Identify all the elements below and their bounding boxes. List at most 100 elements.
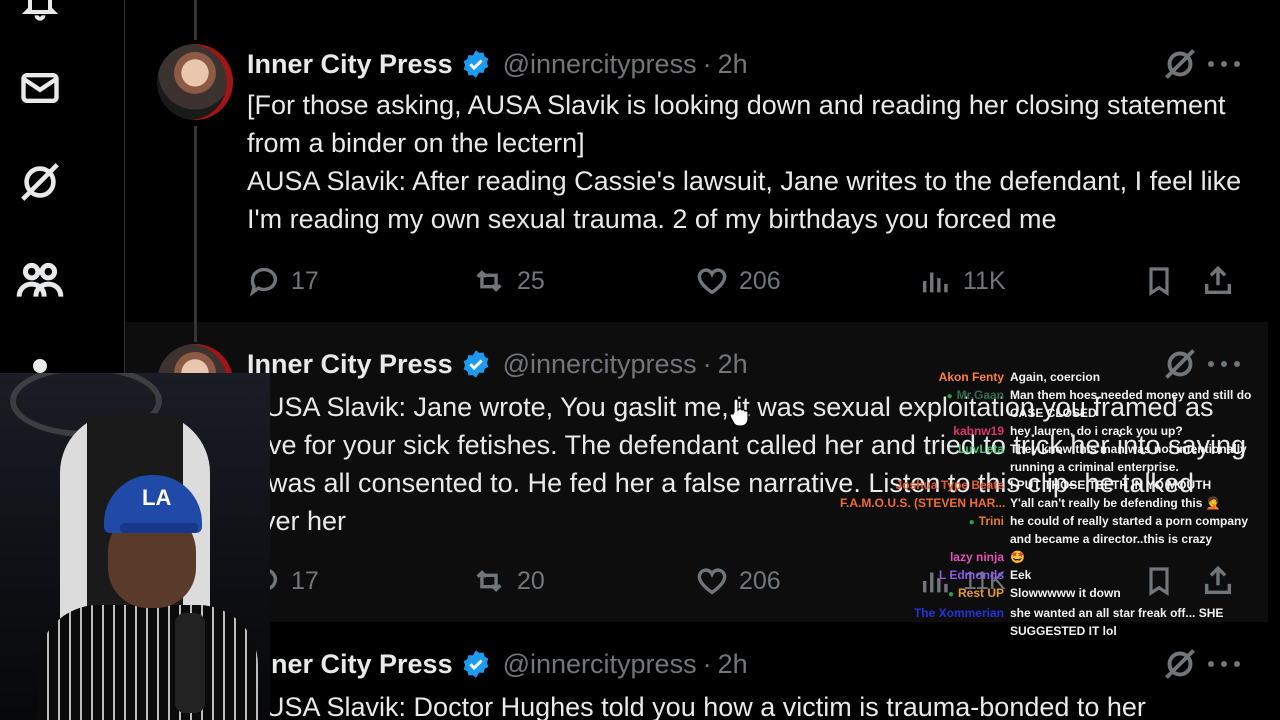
avatar[interactable] [157, 44, 233, 120]
like-count: 206 [739, 566, 781, 595]
live-chat-overlay: Akon Fenty Again, coercion ● Mr.Gaan Man the… [840, 368, 1270, 640]
chat-text: Again, coercion [1010, 370, 1101, 384]
like-button[interactable]: 206 [695, 263, 781, 299]
author-name[interactable]: Inner City Press [247, 649, 453, 680]
share-button[interactable] [1201, 263, 1245, 299]
verified-badge-icon [463, 350, 488, 378]
view-count: 11K [963, 266, 1006, 295]
reply-icon [249, 267, 278, 297]
separator-dot: · [702, 48, 712, 79]
chat-text: Eek [1010, 568, 1032, 582]
notifications-icon[interactable] [14, 0, 66, 28]
chat-username: F.A.M.O.U.S. (STEVEN HAR... [840, 494, 1010, 512]
like-count: 206 [739, 266, 781, 295]
more-options-icon[interactable] [1208, 54, 1248, 74]
tweet-paragraph: [For those asking, AUSA Slavik is lookin… [247, 90, 1226, 158]
tweet-text: [For those asking, AUSA Slavik is lookin… [247, 86, 1247, 238]
reply-button[interactable]: 17 [247, 263, 319, 299]
chat-username-text: Joshua Type Beats [895, 478, 1004, 492]
grok-icon[interactable] [1162, 46, 1198, 82]
bookmark-icon [1149, 267, 1169, 296]
tweet-paragraph: AUSA Slavik: Doctor Hughes told you how … [247, 692, 1146, 720]
chat-username: Akon Fenty [840, 368, 1010, 386]
author-handle[interactable]: @innercitypress [503, 649, 697, 680]
chat-username: kabnw19 [840, 422, 1010, 440]
author-name[interactable]: Inner City Press [247, 49, 453, 80]
chat-message: F.A.M.O.U.S. (STEVEN HAR... Y'all can't r… [840, 494, 1270, 512]
repost-button[interactable]: 25 [471, 263, 545, 299]
chat-text: Man them hoes needed money and still do … [1010, 388, 1252, 420]
moderator-badge-icon: ● [968, 517, 975, 528]
bookmark-button[interactable] [1143, 263, 1185, 299]
chat-text: she wanted an all star freak off... SHE … [1010, 606, 1224, 638]
chat-username: ● Trini [840, 512, 1010, 532]
cap-brim [120, 523, 198, 533]
author-handle[interactable]: @innercitypress [503, 49, 697, 80]
cap-logo: LA [142, 485, 172, 510]
chat-message: L Edmonds Eek [840, 566, 1270, 584]
chat-username-text: L Edmonds [938, 568, 1004, 582]
microphone [175, 613, 205, 713]
streamer-jersey [38, 605, 258, 720]
author-name[interactable]: Inner City Press [247, 349, 453, 380]
separator-dot: · [702, 648, 712, 679]
thread-line [194, 322, 197, 342]
chat-username-text: The Xommerian [913, 606, 1004, 620]
repost-button[interactable]: 20 [471, 563, 545, 599]
repost-count: 25 [517, 266, 545, 295]
grok-icon[interactable] [1162, 646, 1198, 682]
chat-username-text: LuvLeta [957, 442, 1004, 456]
heart-icon [697, 268, 727, 295]
chat-text: They know this man was not intentionally… [1010, 442, 1247, 474]
tweet-header: Inner City Press @innercitypress · 2h [247, 44, 748, 84]
chat-message: The Xommerian she wanted an all star frea… [840, 604, 1270, 640]
chat-username: ● Rest UP [840, 584, 1010, 604]
thread-line [194, 0, 197, 40]
hand-cursor-icon [729, 398, 749, 427]
reply-count: 17 [291, 266, 319, 295]
author-handle[interactable]: @innercitypress [503, 349, 697, 380]
tweet-header: Inner City Press @innercitypress · 2h [247, 644, 748, 684]
repost-icon [476, 570, 502, 592]
timestamp[interactable]: 2h [718, 649, 748, 680]
chat-message: Joshua Type Beats I PUT THOSE TEETH IN YO… [840, 476, 1270, 494]
chat-username: Joshua Type Beats [840, 476, 1010, 494]
verified-badge-icon [463, 50, 488, 78]
share-icon [1204, 265, 1232, 295]
tweet-paragraph: AUSA Slavik: After reading Cassie's laws… [247, 166, 1242, 234]
chat-text: he could of really started a porn compan… [1010, 514, 1249, 546]
chat-text: hey lauren, do i crack you up? [1010, 424, 1183, 438]
chat-username: L Edmonds [840, 566, 1010, 584]
timestamp[interactable]: 2h [718, 349, 748, 380]
tweet[interactable]: Inner City Press @innercitypress · 2h [F… [125, 0, 1268, 322]
chat-message: ● Mr.Gaan Man them hoes needed money and s… [840, 386, 1270, 422]
chat-text: Y'all can't really be defending this 🤦 [1010, 496, 1221, 510]
chat-username: LuvLeta [840, 440, 1010, 458]
chat-message: LuvLeta They know this man was not intent… [840, 440, 1270, 476]
thread-line [194, 126, 197, 322]
reply-count: 17 [291, 566, 319, 595]
like-button[interactable]: 206 [695, 563, 781, 599]
chat-text: I PUT THOSE TEETH IN YO MOUTH [1010, 478, 1212, 492]
chat-message: Akon Fenty Again, coercion [840, 368, 1270, 386]
chat-username-text: Rest UP [957, 586, 1004, 600]
moderator-badge-icon: ● [947, 589, 954, 600]
chat-username: ● Mr.Gaan [840, 386, 1010, 406]
chat-username-text: lazy ninja [949, 550, 1004, 564]
chat-username: lazy ninja [840, 548, 1010, 566]
views-button[interactable]: 11K [919, 263, 1006, 299]
repost-icon [476, 270, 502, 292]
chat-text: 🤩 [1010, 550, 1025, 564]
analytics-icon [922, 272, 948, 293]
chat-username-text: Akon Fenty [938, 370, 1004, 384]
repost-count: 20 [517, 566, 545, 595]
messages-icon[interactable] [14, 62, 66, 114]
webcam-overlay: LA [0, 373, 270, 720]
communities-icon[interactable] [14, 254, 66, 306]
chat-message: ● Rest UP Slowwwww it down [840, 584, 1270, 604]
chat-text: Slowwwww it down [1010, 586, 1121, 600]
more-options-icon[interactable] [1208, 654, 1248, 674]
grok-icon[interactable] [14, 156, 66, 208]
timestamp[interactable]: 2h [718, 49, 748, 80]
chat-message: kabnw19 hey lauren, do i crack you up? [840, 422, 1270, 440]
